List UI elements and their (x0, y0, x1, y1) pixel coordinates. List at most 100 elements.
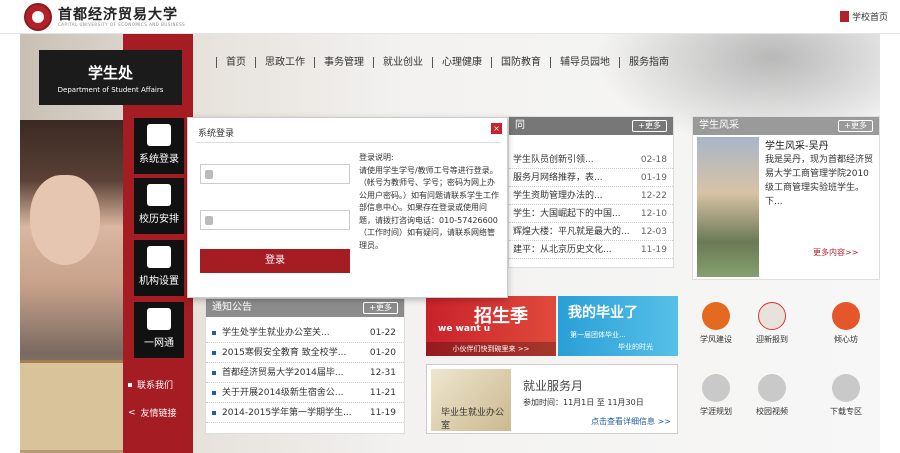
news-panel-header: 同 +更多 (509, 117, 673, 135)
news-item[interactable]: 建平：从北京历史文化... 11-19 (509, 241, 673, 259)
nav-career[interactable]: 就业创业 (373, 56, 432, 68)
nav-affairs[interactable]: 事务管理 (314, 56, 373, 68)
news-item[interactable]: 辉煌大楼：平凡就是最大的... 12-03 (509, 223, 673, 241)
login-help-title: 登录说明: (359, 153, 394, 162)
password-input[interactable] (219, 213, 347, 227)
tile-career-plan[interactable]: 学涯规划 (690, 368, 742, 434)
graduation-banner[interactable]: 我的毕业了 第一届团体毕业... 毕业的时光 (558, 296, 678, 356)
nav-counselor[interactable]: 辅导员园地 (550, 56, 619, 68)
nav-service-guide[interactable]: 服务指南 (619, 56, 678, 68)
bullet-icon (212, 350, 216, 355)
university-name-en: CAPITAL UNIVERSITY OF ECONOMICS AND BUSI… (58, 22, 186, 27)
menu-system-login[interactable]: 系统登录 (134, 118, 184, 174)
username-input[interactable] (219, 167, 347, 181)
news-item-title: 学生队员创新引领... (513, 155, 594, 165)
pen-icon (702, 302, 730, 330)
job-service-link[interactable]: 点击查看详细信息 >> (591, 416, 671, 427)
share-icon: < (128, 407, 136, 418)
menu-one-stop-label: 一网通 (144, 338, 174, 349)
tile-enrollment[interactable]: 迎新报到 (746, 296, 798, 362)
news-item[interactable]: 学生资助管理办法的... 12-22 (509, 187, 673, 205)
main-nav: 首页 思政工作 事务管理 就业创业 心理健康 国防教育 辅导员园地 服务指南 (216, 54, 678, 70)
dialog-divider (196, 142, 501, 143)
contact-us-link[interactable]: 联系我们 (128, 378, 173, 391)
student-style-more-button[interactable]: +更多 (838, 120, 873, 132)
play-icon (758, 374, 786, 402)
login-help-text: 请使用学生学号/教师工号等进行登录。（帐号为教师号、学号；密码为网上办公用户密码… (359, 165, 499, 250)
recruit-banner[interactable]: 招生季 we want u 小伙伴们快到碗里来 >> (426, 296, 556, 356)
news-item[interactable]: 服务月网络推荐，表... 01-19 (509, 169, 673, 187)
notice-item-date: 01-22 (369, 328, 396, 338)
school-home-link[interactable]: 学校首页 (839, 10, 888, 23)
job-service-image: 毕业生就业办公室 (431, 369, 511, 431)
student-profile-text: 我是吴丹，现为首都经济贸易大学工商管理学院2010级工商管理实验班学生。下... (765, 155, 874, 207)
recruit-banner-sub: we want u (438, 324, 491, 334)
news-item-date: 12-03 (640, 227, 667, 237)
news-more-button[interactable]: +更多 (632, 120, 667, 132)
username-field[interactable] (200, 164, 350, 184)
notice-item-date: 01-20 (369, 348, 396, 358)
close-icon[interactable]: × (491, 123, 502, 134)
notice-item[interactable]: 2014-2015学年第一学期学生... 11-19 (206, 403, 404, 423)
chart-icon (702, 374, 730, 402)
news-list: 学生队员创新引领... 02-18 服务月网络推荐，表... 01-19 学生资助管… (509, 135, 673, 259)
password-field[interactable] (200, 210, 350, 230)
tile-study-style[interactable]: 学风建设 (690, 296, 742, 362)
menu-one-stop[interactable]: 一网通 (134, 302, 184, 358)
notice-list: 学生处学生就业办公室关... 01-22 2015寒假安全教育 致全校学... 01… (206, 317, 404, 423)
menu-calendar-label: 校历安排 (139, 214, 179, 225)
dept-title-block[interactable]: 学生处 Department of Student Affairs (39, 50, 182, 105)
job-service-title: 就业服务月 (523, 379, 584, 393)
dept-name-en: Department of Student Affairs (57, 86, 164, 94)
nav-mental-health[interactable]: 心理健康 (432, 56, 491, 68)
tile-download[interactable]: 下载专区 (820, 368, 872, 434)
student-profile-more-link[interactable]: 更多内容>> (813, 247, 858, 258)
university-name[interactable]: 首都经济贸易大学 (58, 4, 178, 24)
tile-heart-room[interactable]: 倾心坊 (820, 296, 872, 362)
news-item-date: 02-18 (640, 155, 667, 165)
recruit-banner-link: 小伙伴们快到碗里来 >> (426, 342, 556, 356)
news-item-date: 01-19 (640, 173, 667, 183)
notice-more-button[interactable]: +更多 (363, 302, 398, 314)
nav-defense[interactable]: 国防教育 (491, 56, 550, 68)
graduation-banner-sub: 第一届团体毕业... (570, 331, 626, 339)
clover-icon (147, 308, 171, 330)
login-button[interactable]: 登录 (200, 249, 350, 273)
calendar-icon (147, 184, 171, 206)
news-item[interactable]: 学生队员创新引领... 02-18 (509, 151, 673, 169)
student-style-header: 学生风采 +更多 (693, 117, 879, 135)
nav-home[interactable]: 首页 (216, 56, 255, 68)
notice-item[interactable]: 2015寒假安全教育 致全校学... 01-20 (206, 343, 404, 363)
login-help: 登录说明: 请使用学生学号/教师工号等进行登录。（帐号为教师号、学号；密码为网上… (359, 152, 499, 252)
bullet-icon (212, 390, 216, 395)
job-service-image-text: 毕业生就业办公室 (441, 408, 505, 431)
job-service-banner[interactable]: 毕业生就业办公室 就业服务月 参加时间：11月1日 至 11月30日 点击查看详… (426, 364, 678, 434)
friend-links-label: 友情链接 (140, 409, 177, 419)
notice-item[interactable]: 首都经济贸易大学2014届毕... 12-31 (206, 363, 404, 383)
nav-ideology[interactable]: 思政工作 (255, 56, 314, 68)
top-bar: 首都经济贸易大学 CAPITAL UNIVERSITY OF ECONOMICS… (0, 0, 900, 34)
org-user-icon (147, 246, 171, 268)
university-seal-icon[interactable] (24, 3, 52, 31)
menu-calendar[interactable]: 校历安排 (134, 178, 184, 234)
menu-organization[interactable]: 机构设置 (134, 240, 184, 296)
student-profile-photo[interactable] (697, 137, 759, 277)
tile-campus-video[interactable]: 校园视频 (746, 368, 798, 434)
dept-name-cn: 学生处 (87, 64, 133, 82)
news-item-date: 12-10 (640, 209, 667, 219)
login-dialog: 系统登录 × 登录 登录说明: 请使用学生学号/教师工号等进行登录。（帐号为教师… (187, 117, 508, 298)
notice-item[interactable]: 关于开展2014级新生宿舍公... 11-21 (206, 383, 404, 403)
student-profile-name[interactable]: 学生风采-吴丹 (765, 137, 829, 152)
news-item[interactable]: 学生：大国崛起下的中国... 12-10 (509, 205, 673, 223)
welcome-icon (758, 302, 786, 330)
notice-item[interactable]: 学生处学生就业办公室关... 01-22 (206, 323, 404, 343)
friend-links-link[interactable]: < 友情链接 (128, 406, 177, 420)
notice-item-title: 2014-2015学年第一学期学生... (222, 407, 352, 418)
news-item-title: 服务月网络推荐，表... (513, 173, 603, 183)
news-item-title: 辉煌大楼：平凡就是最大的... (513, 227, 630, 237)
bullet-icon (212, 410, 216, 415)
news-item-title: 学生资助管理办法的... (513, 191, 603, 201)
news-item-title: 建平：从北京历史文化... (513, 245, 612, 255)
tile-download-label: 下载专区 (830, 407, 862, 416)
tile-heart-room-label: 倾心坊 (834, 335, 858, 344)
